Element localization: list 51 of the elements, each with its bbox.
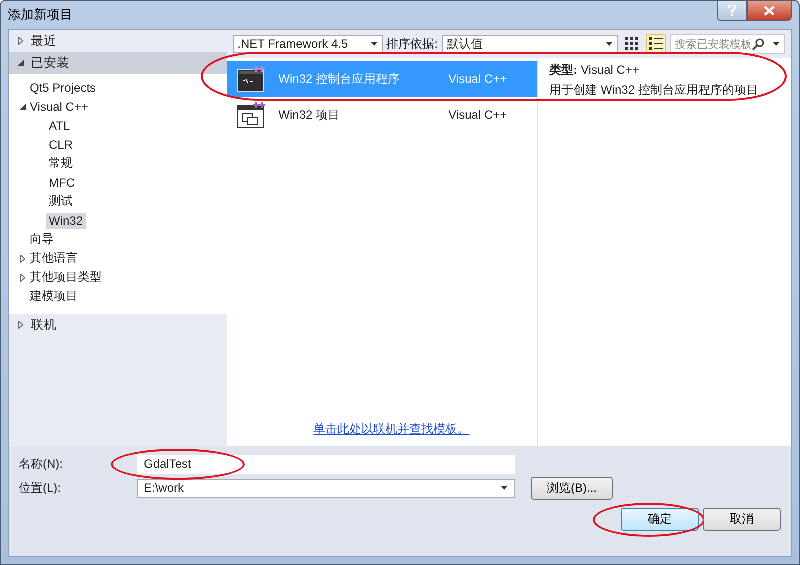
framework-dropdown[interactable]: .NET Framework 4.5 — [232, 35, 383, 53]
dropdown-caret-icon[interactable] — [501, 486, 508, 490]
dialog-button[interactable]: 取消 — [703, 508, 781, 531]
view-toggle[interactable] — [646, 34, 666, 54]
sort-dropdown[interactable]: 默认值 — [442, 35, 618, 53]
collapsed-triangle-icon[interactable] — [17, 321, 25, 329]
tree-item[interactable]: 常规 — [46, 154, 76, 173]
collapsed-triangle-icon[interactable] — [17, 37, 25, 45]
tree-item[interactable]: 测试 — [46, 192, 76, 211]
description-text: 用于创建 Win32 控制台应用程序的项目 — [550, 82, 760, 99]
expanded-triangle-icon[interactable] — [19, 102, 27, 110]
tree-item[interactable]: Win32 — [46, 212, 86, 228]
tree-item[interactable]: Qt5 Projects — [27, 80, 100, 96]
close-button[interactable] — [747, 1, 792, 21]
name-input[interactable]: GdalTest — [137, 454, 515, 474]
online-templates-link[interactable]: 单击此处以联机并查找模板。 — [314, 421, 470, 438]
search-field[interactable]: 搜索已安装模板 — [670, 34, 785, 54]
dropdown-caret-icon[interactable] — [370, 42, 378, 46]
collapsed-triangle-icon[interactable] — [19, 274, 27, 282]
location-dropdown[interactable]: E:\work — [137, 478, 515, 498]
sidebar-section[interactable]: 联机 — [9, 314, 227, 336]
tree-item[interactable]: 其他项目类型 — [27, 268, 105, 287]
search-icon — [752, 38, 765, 50]
tree-item[interactable]: 向导 — [27, 230, 57, 249]
window-title: 添加新项目 — [8, 6, 74, 24]
tree-item[interactable]: MFC — [46, 174, 78, 190]
console-window-icon — [236, 64, 267, 94]
tree-item[interactable]: Visual C++ — [27, 98, 92, 114]
sort-label: 排序依据: — [386, 36, 438, 52]
dropdown-caret-icon[interactable] — [773, 42, 780, 46]
list-view-icon — [649, 37, 663, 51]
tree-item[interactable]: 建模项目 — [27, 287, 81, 306]
collapsed-triangle-icon[interactable] — [19, 254, 27, 262]
dialog-button[interactable]: 确定 — [621, 508, 699, 531]
location-label: 位置(L): — [19, 480, 62, 496]
template-item[interactable]: Win32 项目 Visual C++ — [226, 97, 537, 133]
dropdown-caret-icon[interactable] — [606, 42, 613, 46]
type-text: 类型: Visual C++ — [550, 62, 640, 79]
window-project-icon — [236, 100, 267, 130]
tree-item[interactable]: ATL — [46, 118, 74, 134]
close-icon — [764, 6, 775, 16]
help-button[interactable] — [717, 1, 747, 21]
tree-item[interactable]: 其他语言 — [27, 249, 81, 268]
grid-view-icon — [625, 37, 639, 51]
expanded-triangle-icon[interactable] — [17, 59, 25, 67]
tree-item[interactable]: CLR — [46, 136, 76, 152]
sidebar-section[interactable]: 已安装 — [9, 52, 227, 74]
name-label: 名称(N): — [19, 456, 64, 472]
help-icon — [728, 5, 736, 16]
browse-button[interactable]: 浏览(B)... — [531, 476, 613, 500]
sidebar-section[interactable]: 最近 — [9, 30, 227, 52]
